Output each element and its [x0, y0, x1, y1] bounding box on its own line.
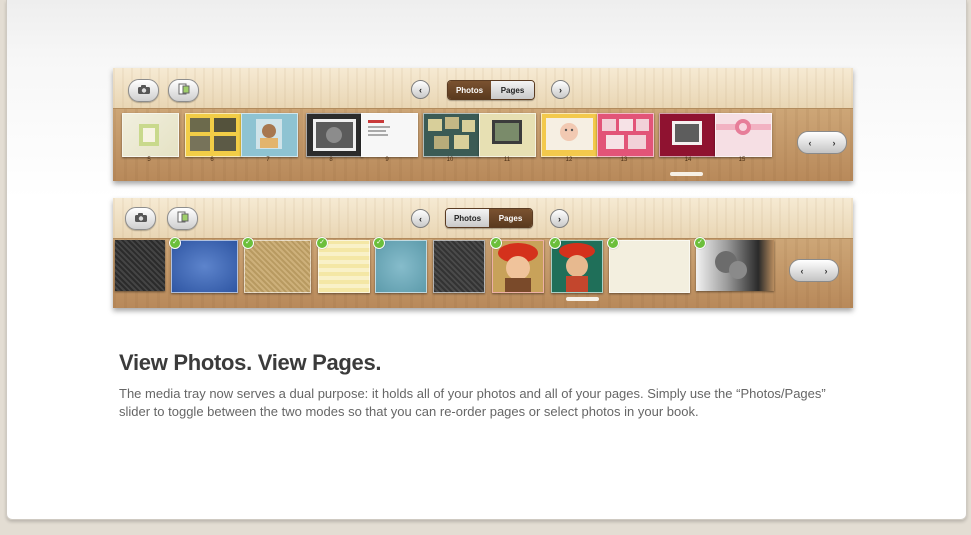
chevron-left-icon: ‹ [419, 213, 422, 224]
photo-thumbnail[interactable] [696, 240, 774, 291]
tray-toolbar: ‹ Photos Pages › [113, 198, 853, 239]
next-spread-button[interactable]: › [551, 80, 570, 99]
section-description: The media tray now serves a dual purpose… [119, 386, 826, 419]
media-tray-photos: ‹ Photos Pages › ✓ ✓ ✓ ✓ ✓ ✓ ✓ ✓ ‹ › [113, 198, 853, 308]
page-thumbnail[interactable] [479, 113, 536, 157]
selected-check-icon: ✓ [316, 237, 328, 249]
selected-check-icon: ✓ [169, 237, 181, 249]
selected-check-icon: ✓ [549, 237, 561, 249]
selected-check-icon: ✓ [490, 237, 502, 249]
scroll-left-icon[interactable]: ‹ [809, 138, 812, 148]
add-page-button[interactable] [167, 207, 198, 230]
photo-thumbnail[interactable] [375, 240, 427, 293]
page-thumbnail[interactable] [715, 113, 772, 157]
selected-check-icon: ✓ [242, 237, 254, 249]
page-thumbnail[interactable] [597, 113, 654, 157]
page-thumbnail[interactable] [541, 113, 598, 157]
page-thumbnail[interactable] [185, 113, 242, 157]
page-number: 7 [266, 157, 270, 163]
page-number: 10 [446, 157, 454, 163]
photo-thumbnail[interactable] [171, 240, 238, 293]
page-number: 11 [503, 157, 511, 163]
page-number: 9 [385, 157, 389, 163]
photo-thumbnail[interactable] [433, 240, 485, 293]
selected-check-icon: ✓ [373, 237, 385, 249]
camera-icon [137, 84, 151, 98]
scroll-left-icon[interactable]: ‹ [801, 266, 804, 276]
toggle-pages[interactable]: Pages [491, 81, 534, 99]
add-photos-button[interactable] [128, 79, 159, 102]
tray-scroll-buttons[interactable]: ‹ › [789, 259, 839, 282]
page-number: 14 [684, 157, 692, 163]
section-title: View Photos. View Pages. [119, 350, 382, 375]
page-thumbnail[interactable] [361, 113, 418, 157]
next-spread-button[interactable]: › [550, 209, 569, 228]
add-page-icon [176, 211, 190, 226]
photo-thumbnail[interactable] [609, 240, 690, 293]
scroll-right-icon[interactable]: › [833, 138, 836, 148]
page-thumbnail[interactable] [306, 113, 363, 157]
add-page-icon [177, 83, 191, 98]
prev-spread-button[interactable]: ‹ [411, 80, 430, 99]
page-number: 6 [210, 157, 214, 163]
scroll-right-icon[interactable]: › [825, 266, 828, 276]
page-number: 5 [147, 157, 151, 163]
page-thumbnail[interactable] [659, 113, 716, 157]
page-number: 15 [738, 157, 746, 163]
page-number: 8 [329, 157, 333, 163]
photo-thumbnail-strip: ✓ ✓ ✓ ✓ ✓ ✓ ✓ ✓ ‹ › [113, 237, 853, 308]
photo-thumbnail[interactable] [551, 240, 603, 293]
photos-pages-toggle[interactable]: Photos Pages [447, 80, 535, 100]
chevron-right-icon: › [559, 84, 562, 95]
page-number: 13 [620, 157, 628, 163]
scroll-position-indicator[interactable] [670, 172, 703, 176]
photos-pages-toggle[interactable]: Photos Pages [445, 208, 533, 228]
toggle-photos[interactable]: Photos [446, 209, 489, 227]
add-photos-button[interactable] [125, 207, 156, 230]
tray-toolbar: ‹ Photos Pages › [113, 68, 853, 109]
page-thumbnail[interactable] [122, 113, 179, 157]
camera-icon [134, 212, 148, 226]
selected-check-icon: ✓ [694, 237, 706, 249]
photo-thumbnail[interactable] [115, 240, 165, 291]
page-number: 12 [565, 157, 573, 163]
page-thumbnail[interactable] [423, 113, 480, 157]
add-page-button[interactable] [168, 79, 199, 102]
scroll-position-indicator[interactable] [566, 297, 599, 301]
media-tray-pages: ‹ Photos Pages › 5 6 7 8 9 10 11 12 13 1… [113, 68, 853, 181]
chevron-right-icon: › [558, 213, 561, 224]
page-thumbnail-strip: 5 6 7 8 9 10 11 12 13 14 15 ‹ › [113, 109, 853, 181]
toggle-photos[interactable]: Photos [448, 81, 491, 99]
chevron-left-icon: ‹ [419, 84, 422, 95]
page-thumbnail[interactable] [241, 113, 298, 157]
photo-thumbnail[interactable] [318, 240, 370, 293]
photo-thumbnail[interactable] [244, 240, 311, 293]
prev-spread-button[interactable]: ‹ [411, 209, 430, 228]
tray-scroll-buttons[interactable]: ‹ › [797, 131, 847, 154]
toggle-pages[interactable]: Pages [489, 209, 532, 227]
photo-thumbnail[interactable] [492, 240, 544, 293]
selected-check-icon: ✓ [607, 237, 619, 249]
